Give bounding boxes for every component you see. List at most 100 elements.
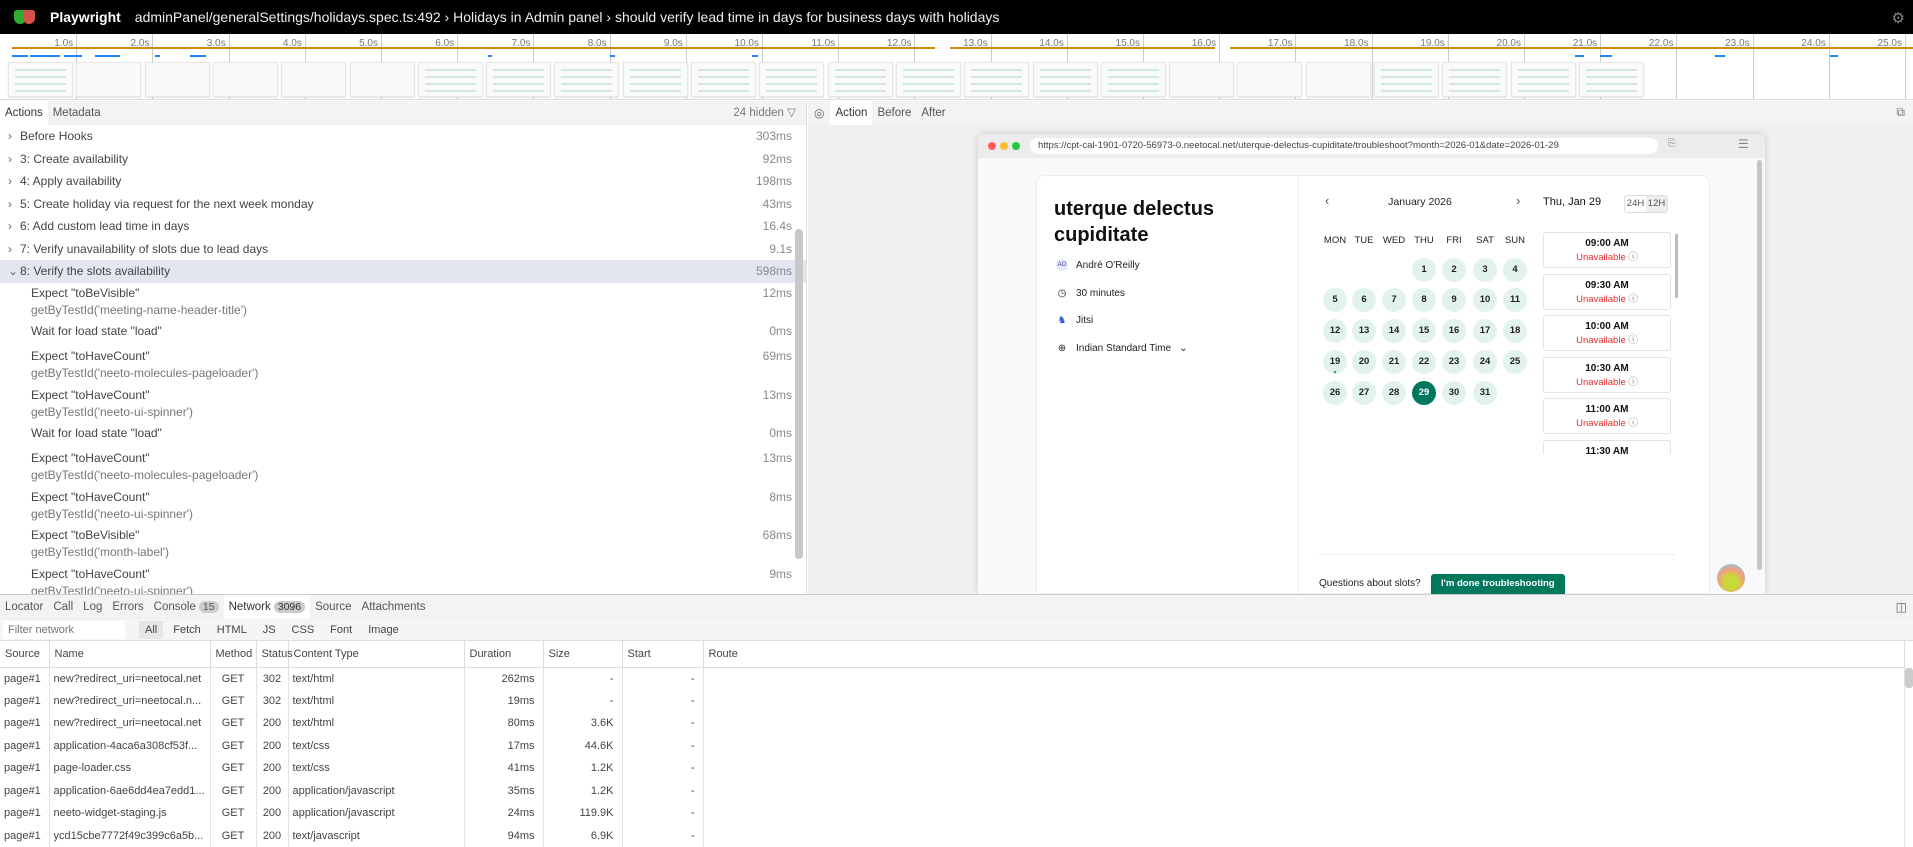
- calendar-day[interactable]: 21: [1382, 350, 1406, 374]
- url-bar[interactable]: https://cpt-cal-1901-0720-56973-0.neetoc…: [1030, 138, 1658, 154]
- action-step[interactable]: ›6: Add custom lead time in days16.4s: [0, 215, 806, 238]
- actions-scrollbar[interactable]: [795, 229, 803, 559]
- calendar-day[interactable]: 24: [1473, 350, 1497, 374]
- table-row[interactable]: page#1application-6ae6dd4ea7edd1...GET20…: [0, 780, 1905, 803]
- column-header-method[interactable]: Method: [210, 641, 256, 667]
- calendar-day[interactable]: 4: [1503, 258, 1527, 282]
- format-24h[interactable]: 24H: [1625, 196, 1646, 212]
- calendar-day[interactable]: 12: [1323, 319, 1347, 343]
- filmstrip-frame[interactable]: [691, 62, 756, 97]
- copy-icon[interactable]: ⎘: [1668, 138, 1676, 149]
- browser-scrollbar[interactable]: [1757, 160, 1762, 570]
- filmstrip-frame[interactable]: [1374, 62, 1439, 97]
- table-row[interactable]: page#1application-4aca6a308cf53f...GET20…: [0, 735, 1905, 758]
- action-substep[interactable]: Expect "toBeVisible"getByTestId('month-l…: [0, 525, 806, 564]
- filmstrip-frame[interactable]: [76, 62, 141, 97]
- table-row[interactable]: page#1ycd15cbe7772f49c399c6a5b...GET200t…: [0, 825, 1905, 847]
- filmstrip-frame[interactable]: [418, 62, 483, 97]
- prev-month-button[interactable]: ‹: [1325, 193, 1329, 208]
- table-row[interactable]: page#1new?redirect_uri=neetocal.netGET20…: [0, 712, 1905, 735]
- calendar-day[interactable]: 7: [1382, 288, 1406, 312]
- filmstrip-frame[interactable]: [1306, 62, 1371, 97]
- tab-call[interactable]: Call: [48, 595, 78, 619]
- tab-console[interactable]: Console15: [149, 595, 224, 619]
- calendar-day[interactable]: 27: [1352, 381, 1376, 405]
- filmstrip-frame[interactable]: [896, 62, 961, 97]
- filmstrip-frame[interactable]: [964, 62, 1029, 97]
- time-slot[interactable]: 10:30 AMUnavailable ⓘ: [1543, 357, 1671, 393]
- slot-scrollbar[interactable]: [1675, 234, 1678, 298]
- tab-metadata[interactable]: Metadata: [48, 101, 106, 125]
- filmstrip-frame[interactable]: [145, 62, 210, 97]
- calendar-day[interactable]: 17: [1473, 319, 1497, 343]
- filmstrip-frame[interactable]: [8, 62, 73, 97]
- action-substep[interactable]: Expect "toHaveCount"getByTestId('neeto-u…: [0, 487, 806, 526]
- action-substep[interactable]: Expect "toBeVisible"getByTestId('meeting…: [0, 283, 806, 322]
- time-slot[interactable]: 11:30 AM: [1543, 440, 1671, 455]
- filmstrip-frame[interactable]: [623, 62, 688, 97]
- time-format-toggle[interactable]: 24H 12H: [1624, 195, 1668, 213]
- calendar-day[interactable]: 13: [1352, 319, 1376, 343]
- tab-action[interactable]: Action: [830, 101, 872, 125]
- filmstrip-frame[interactable]: [350, 62, 415, 97]
- calendar-day[interactable]: 18: [1503, 319, 1527, 343]
- filter-font[interactable]: Font: [324, 621, 358, 639]
- tab-actions[interactable]: Actions: [0, 101, 48, 125]
- action-substep[interactable]: Wait for load state "load"0ms: [0, 321, 806, 346]
- calendar-day[interactable]: 11: [1503, 288, 1527, 312]
- tab-locator[interactable]: Locator: [0, 595, 48, 619]
- action-substep[interactable]: Expect "toHaveCount"getByTestId('neeto-u…: [0, 385, 806, 424]
- filmstrip-frame[interactable]: [1237, 62, 1302, 97]
- calendar-day[interactable]: 31: [1473, 381, 1497, 405]
- tab-network[interactable]: Network3096: [224, 595, 311, 619]
- time-slot[interactable]: 11:00 AMUnavailable ⓘ: [1543, 398, 1671, 434]
- table-row[interactable]: page#1page-loader.cssGET200text/css41ms1…: [0, 757, 1905, 780]
- action-step[interactable]: ›3: Create availability92ms: [0, 148, 806, 171]
- table-row[interactable]: page#1neeto-widget-staging.jsGET200appli…: [0, 802, 1905, 825]
- filmstrip-frame[interactable]: [1579, 62, 1644, 97]
- filmstrip-frame[interactable]: [1442, 62, 1507, 97]
- filter-image[interactable]: Image: [362, 621, 405, 639]
- calendar-day[interactable]: 2: [1442, 258, 1466, 282]
- column-header-start[interactable]: Start: [622, 641, 703, 667]
- filter-network-input[interactable]: [3, 621, 125, 639]
- time-slot[interactable]: 09:00 AMUnavailable ⓘ: [1543, 232, 1671, 268]
- calendar-day[interactable]: 28: [1382, 381, 1406, 405]
- calendar-day[interactable]: 29: [1412, 381, 1436, 405]
- calendar-day[interactable]: 6: [1352, 288, 1376, 312]
- table-row[interactable]: page#1new?redirect_uri=neetocal.netGET30…: [0, 667, 1905, 690]
- action-step[interactable]: ›Before Hooks303ms: [0, 125, 806, 148]
- tab-log[interactable]: Log: [78, 595, 107, 619]
- action-step[interactable]: ⌄8: Verify the slots availability598ms: [0, 260, 806, 283]
- toggle-layout-icon[interactable]: ◫: [1896, 600, 1907, 614]
- action-substep[interactable]: Expect "toHaveCount"getByTestId('neeto-m…: [0, 346, 806, 385]
- filmstrip-frame[interactable]: [213, 62, 278, 97]
- filter-html[interactable]: HTML: [211, 621, 253, 639]
- timezone-select[interactable]: ⊕Indian Standard Time⌄: [1056, 342, 1187, 354]
- tab-before[interactable]: Before: [872, 101, 916, 125]
- calendar-day[interactable]: 19: [1323, 350, 1347, 374]
- calendar-day[interactable]: 26: [1323, 381, 1347, 405]
- help-icon[interactable]: ⓘ: [1626, 377, 1638, 388]
- tab-after[interactable]: After: [916, 101, 950, 125]
- filter-js[interactable]: JS: [257, 621, 282, 639]
- column-header-size[interactable]: Size: [543, 641, 622, 667]
- action-step[interactable]: ›7: Verify unavailability of slots due t…: [0, 238, 806, 261]
- settings-gear-icon[interactable]: ⚙: [1892, 9, 1905, 27]
- tab-source[interactable]: Source: [310, 595, 356, 619]
- filter-css[interactable]: CSS: [286, 621, 321, 639]
- calendar-day[interactable]: 16: [1442, 319, 1466, 343]
- done-troubleshooting-button[interactable]: I'm done troubleshooting: [1431, 574, 1565, 594]
- filmstrip-frame[interactable]: [1511, 62, 1576, 97]
- timeline[interactable]: 1.0s2.0s3.0s4.0s5.0s6.0s7.0s8.0s9.0s10.0…: [0, 34, 1913, 100]
- filmstrip-frame[interactable]: [759, 62, 824, 97]
- column-header-route[interactable]: Route: [703, 641, 1905, 667]
- help-icon[interactable]: ⓘ: [1626, 335, 1638, 346]
- calendar-day[interactable]: 3: [1473, 258, 1497, 282]
- next-month-button[interactable]: ›: [1516, 193, 1520, 208]
- action-substep[interactable]: Wait for load state "load"0ms: [0, 423, 806, 448]
- filmstrip-frame[interactable]: [1169, 62, 1234, 97]
- calendar-day[interactable]: 10: [1473, 288, 1497, 312]
- menu-icon[interactable]: ☰: [1738, 137, 1749, 151]
- calendar-day[interactable]: 22: [1412, 350, 1436, 374]
